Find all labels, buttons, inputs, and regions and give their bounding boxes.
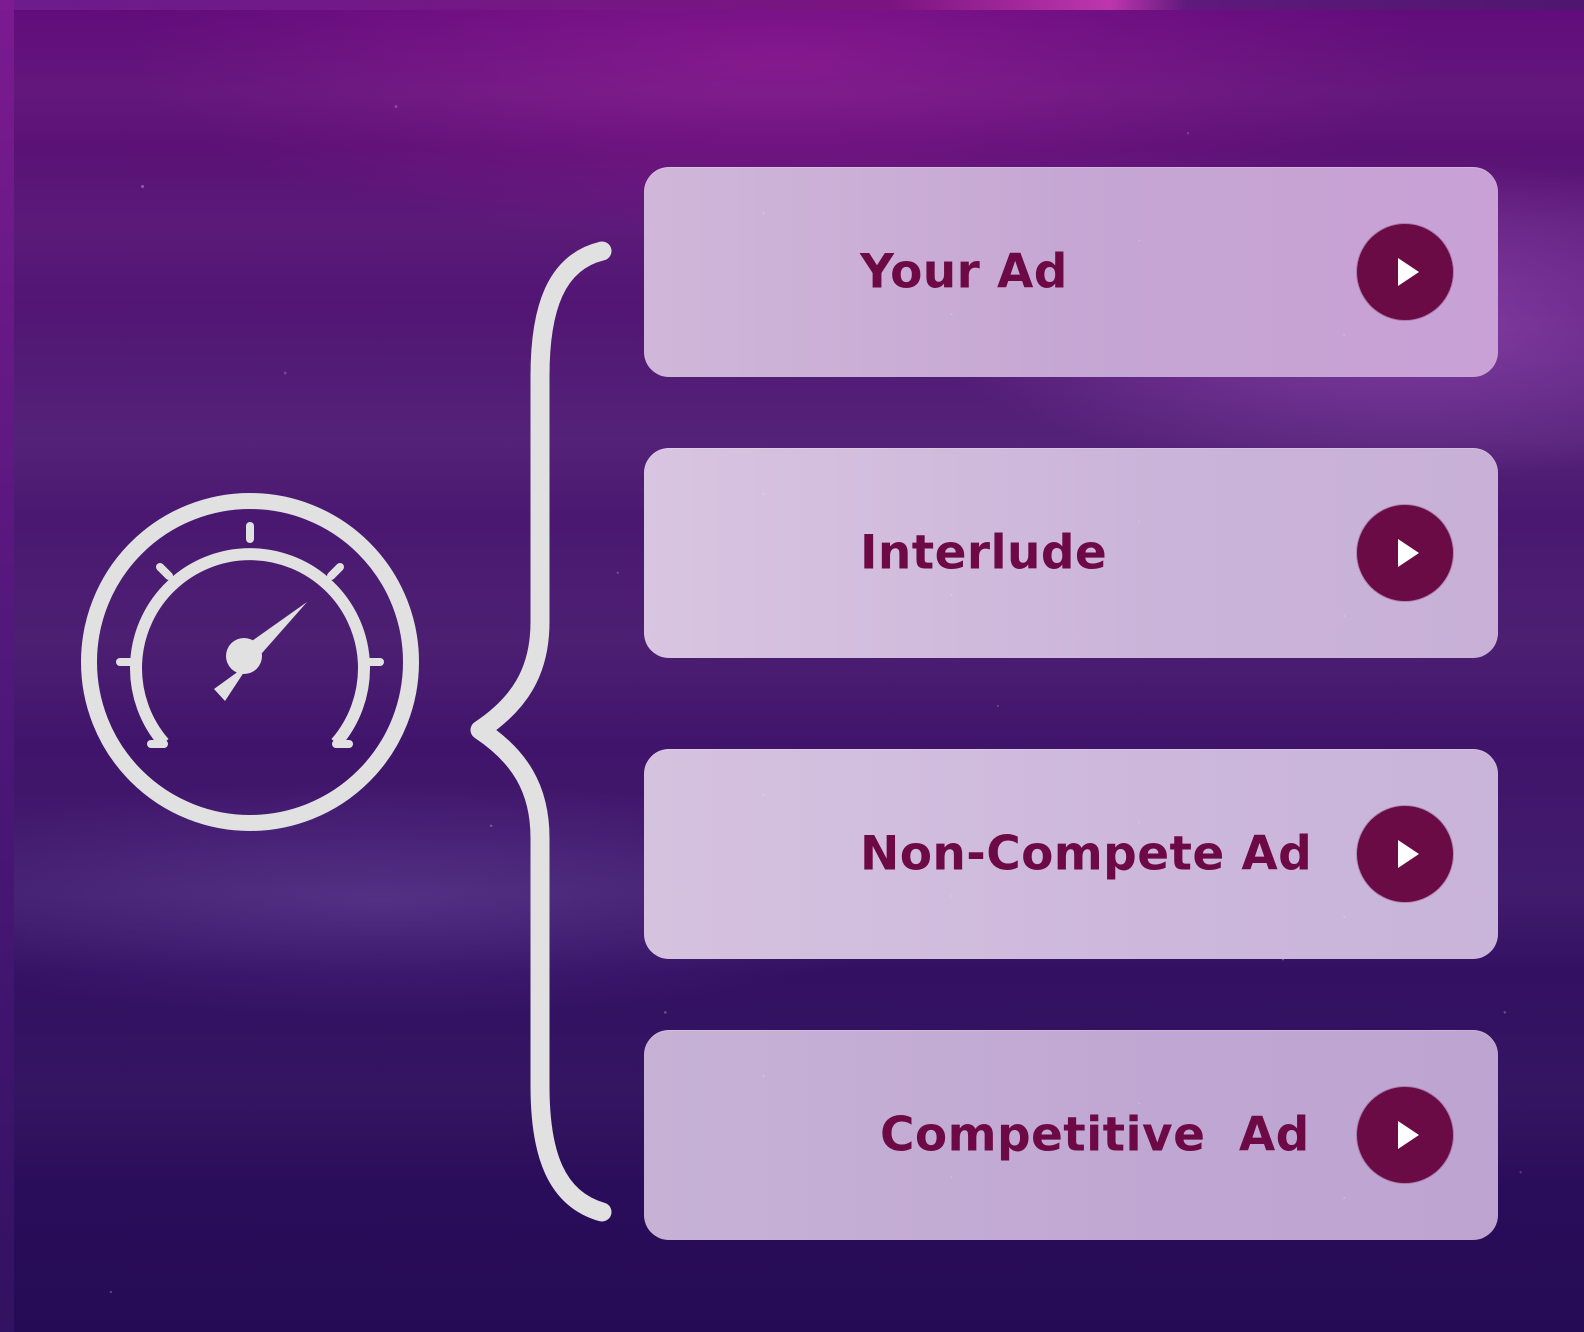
ad-item-label: Interlude: [860, 525, 1108, 581]
speedometer-icon: [81, 493, 419, 831]
slide-canvas: Your Ad Interlude Non-Compete Ad Competi…: [0, 0, 1584, 1332]
play-button[interactable]: [1357, 1087, 1453, 1183]
ad-item-interlude[interactable]: Interlude: [644, 448, 1498, 658]
ad-item-your-ad[interactable]: Your Ad: [644, 167, 1498, 377]
play-button[interactable]: [1357, 224, 1453, 320]
play-button[interactable]: [1357, 505, 1453, 601]
play-icon: [1398, 840, 1419, 868]
ad-item-label: Non-Compete Ad: [860, 826, 1313, 882]
play-button[interactable]: [1357, 806, 1453, 902]
play-icon: [1398, 1121, 1419, 1149]
ad-item-non-compete-ad[interactable]: Non-Compete Ad: [644, 749, 1498, 959]
play-icon: [1398, 258, 1419, 286]
left-accent-bar: [0, 0, 14, 1332]
ad-item-competitive-ad[interactable]: Competitive Ad: [644, 1030, 1498, 1240]
play-icon: [1398, 539, 1419, 567]
top-accent-bar: [0, 0, 1584, 10]
ad-item-label: Your Ad: [860, 244, 1068, 300]
ad-item-label: Competitive Ad: [880, 1107, 1310, 1163]
curly-brace-icon: [470, 241, 612, 1222]
